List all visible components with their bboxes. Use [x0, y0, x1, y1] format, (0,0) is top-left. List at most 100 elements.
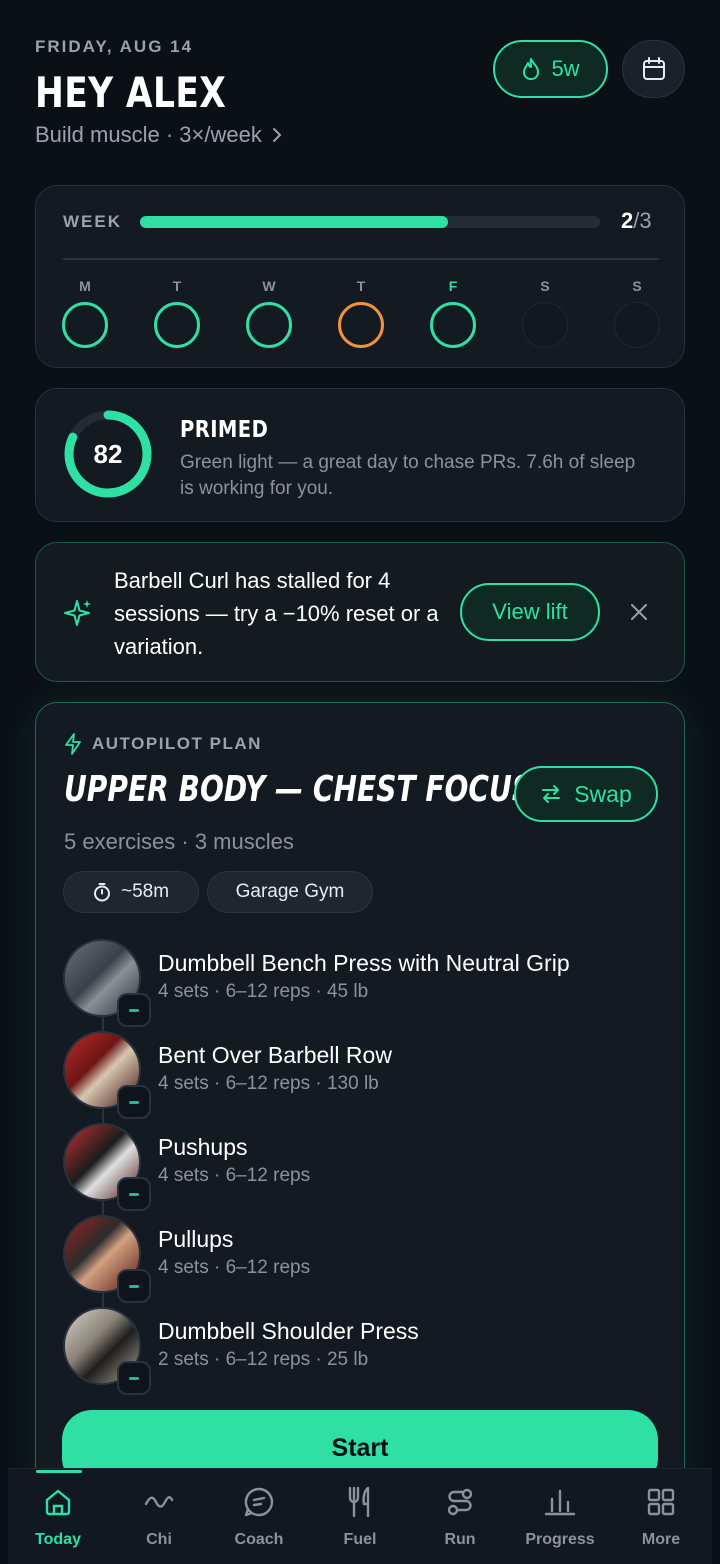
readiness-title: PRIMED	[180, 417, 269, 443]
location-value: Garage Gym	[235, 881, 345, 902]
exercise-detail: 4 sets · 6–12 reps · 130 lb	[158, 1073, 379, 1094]
readiness-score: 82	[93, 438, 123, 469]
streak-button[interactable]: 5w	[493, 40, 608, 98]
insight-card: Barbell Curl has stalled for 4 sessions …	[35, 542, 685, 682]
nav-fuel[interactable]: Fuel	[315, 1485, 405, 1549]
day-0[interactable]: M	[60, 278, 110, 348]
day-letter: T	[172, 278, 182, 294]
timer-icon	[93, 883, 110, 902]
bottom-nav: Today Chi Coach Fuel Run Progress More	[8, 1468, 712, 1564]
flame-icon	[523, 58, 540, 80]
day-5[interactable]: S	[520, 278, 570, 348]
exercise-name: Pullups	[158, 1226, 234, 1252]
exercise-connector	[102, 1017, 104, 1031]
exercise-connector	[102, 1293, 104, 1307]
exercise-name: Dumbbell Shoulder Press	[158, 1318, 419, 1344]
day-status-ring	[522, 302, 568, 348]
plan-title: UPPER BODY — CHEST FOCUS	[64, 769, 533, 810]
goal-link[interactable]: Build muscle · 3×/week	[35, 122, 284, 148]
plan-label-text: AUTOPILOT PLAN	[92, 734, 262, 753]
nav-today[interactable]: Today	[13, 1485, 103, 1549]
day-letter: M	[79, 278, 91, 294]
plan-meta: 5 exercises · 3 muscles	[64, 829, 294, 854]
nav-label: Progress	[525, 1531, 595, 1548]
day-1[interactable]: T	[152, 278, 202, 348]
exercise-status-badge	[117, 1085, 151, 1119]
swap-label: Swap	[574, 780, 632, 807]
week-total: /3	[633, 208, 652, 233]
duration-value: ~58m	[120, 881, 170, 902]
day-letter: F	[448, 278, 458, 294]
calendar-icon	[642, 57, 665, 80]
view-lift-button[interactable]: View lift	[460, 583, 600, 641]
divider	[63, 258, 659, 260]
grid-icon	[647, 1488, 675, 1516]
date-label: FRIDAY, AUG 14	[35, 37, 194, 56]
day-status-ring	[430, 302, 476, 348]
day-2[interactable]: W	[244, 278, 294, 348]
day-letter: S	[540, 278, 550, 294]
week-progress-bar	[140, 216, 600, 228]
exercise-connector	[102, 1201, 104, 1215]
wave-icon	[144, 1496, 174, 1508]
exercise-detail: 4 sets · 6–12 reps	[158, 1165, 311, 1186]
day-letter: T	[356, 278, 366, 294]
exercise-row[interactable]: Bent Over Barbell Row 4 sets · 6–12 reps …	[63, 1031, 663, 1119]
day-3[interactable]: T	[336, 278, 386, 348]
week-progress-card[interactable]: WEEK 2/3 M T W T F S S	[35, 185, 685, 368]
day-6[interactable]: S	[612, 278, 662, 348]
home-icon	[45, 1489, 71, 1516]
exercise-detail: 4 sets · 6–12 reps · 45 lb	[158, 981, 369, 1002]
exercise-connector	[102, 1109, 104, 1123]
nav-label: More	[641, 1531, 681, 1548]
plan-label: AUTOPILOT PLAN	[64, 733, 262, 755]
readiness-card[interactable]: 82 PRIMED Green light — a great day to c…	[35, 388, 685, 522]
nav-run[interactable]: Run	[415, 1485, 505, 1549]
close-icon	[631, 604, 647, 620]
swap-button[interactable]: Swap	[514, 766, 658, 822]
location-chip[interactable]: Garage Gym	[207, 871, 373, 913]
active-tab-indicator	[36, 1470, 82, 1473]
week-label: WEEK	[63, 212, 122, 231]
day-status-ring	[62, 302, 108, 348]
nav-progress[interactable]: Progress	[515, 1485, 605, 1549]
fork-knife-icon	[348, 1486, 370, 1518]
dismiss-button[interactable]	[626, 599, 652, 625]
nav-label: Today	[35, 1531, 81, 1548]
nav-label: Fuel	[343, 1531, 377, 1548]
readiness-description: Green light — a great day to chase PRs. …	[180, 452, 636, 499]
sparkle-icon	[64, 600, 91, 626]
exercise-row[interactable]: Pullups 4 sets · 6–12 reps	[63, 1215, 663, 1303]
exercise-name: Pushups	[158, 1134, 248, 1160]
exercise-row[interactable]: Dumbbell Shoulder Press 2 sets · 6–12 rep…	[63, 1307, 663, 1395]
exercise-detail: 2 sets · 6–12 reps · 25 lb	[158, 1349, 369, 1370]
nav-chi[interactable]: Chi	[114, 1485, 204, 1549]
duration-chip: ~58m	[63, 871, 199, 913]
lightning-icon	[65, 733, 81, 755]
exercise-name: Bent Over Barbell Row	[158, 1042, 392, 1068]
coach-icon	[244, 1487, 274, 1517]
streak-value: 5w	[551, 56, 580, 81]
nav-label: Coach	[234, 1531, 284, 1548]
swap-arrows-icon	[542, 785, 561, 803]
nav-coach[interactable]: Coach	[214, 1485, 304, 1549]
exercise-status-badge	[117, 1269, 151, 1303]
greeting-title: HEY ALEX	[35, 68, 227, 117]
insight-text: Barbell Curl has stalled for 4 sessions …	[114, 568, 439, 659]
autopilot-plan-card: AUTOPILOT PLAN UPPER BODY — CHEST FOCUS …	[35, 702, 685, 1502]
exercise-status-badge	[117, 993, 151, 1027]
week-progress-fill	[140, 216, 449, 228]
exercise-row[interactable]: Dumbbell Bench Press with Neutral Grip 4 …	[63, 939, 663, 1027]
chevron-right-icon	[272, 128, 282, 142]
day-4[interactable]: F	[428, 278, 478, 348]
exercise-row[interactable]: Pushups 4 sets · 6–12 reps	[63, 1123, 663, 1211]
day-status-ring	[614, 302, 660, 348]
bar-chart-icon	[544, 1489, 576, 1516]
day-letter: S	[632, 278, 642, 294]
day-letter: W	[262, 278, 276, 294]
nav-label: Chi	[146, 1531, 172, 1548]
goal-label: Build muscle · 3×/week	[35, 122, 262, 147]
nav-more[interactable]: More	[616, 1485, 706, 1549]
calendar-button[interactable]	[622, 40, 685, 98]
week-count: 2/3	[621, 208, 652, 234]
